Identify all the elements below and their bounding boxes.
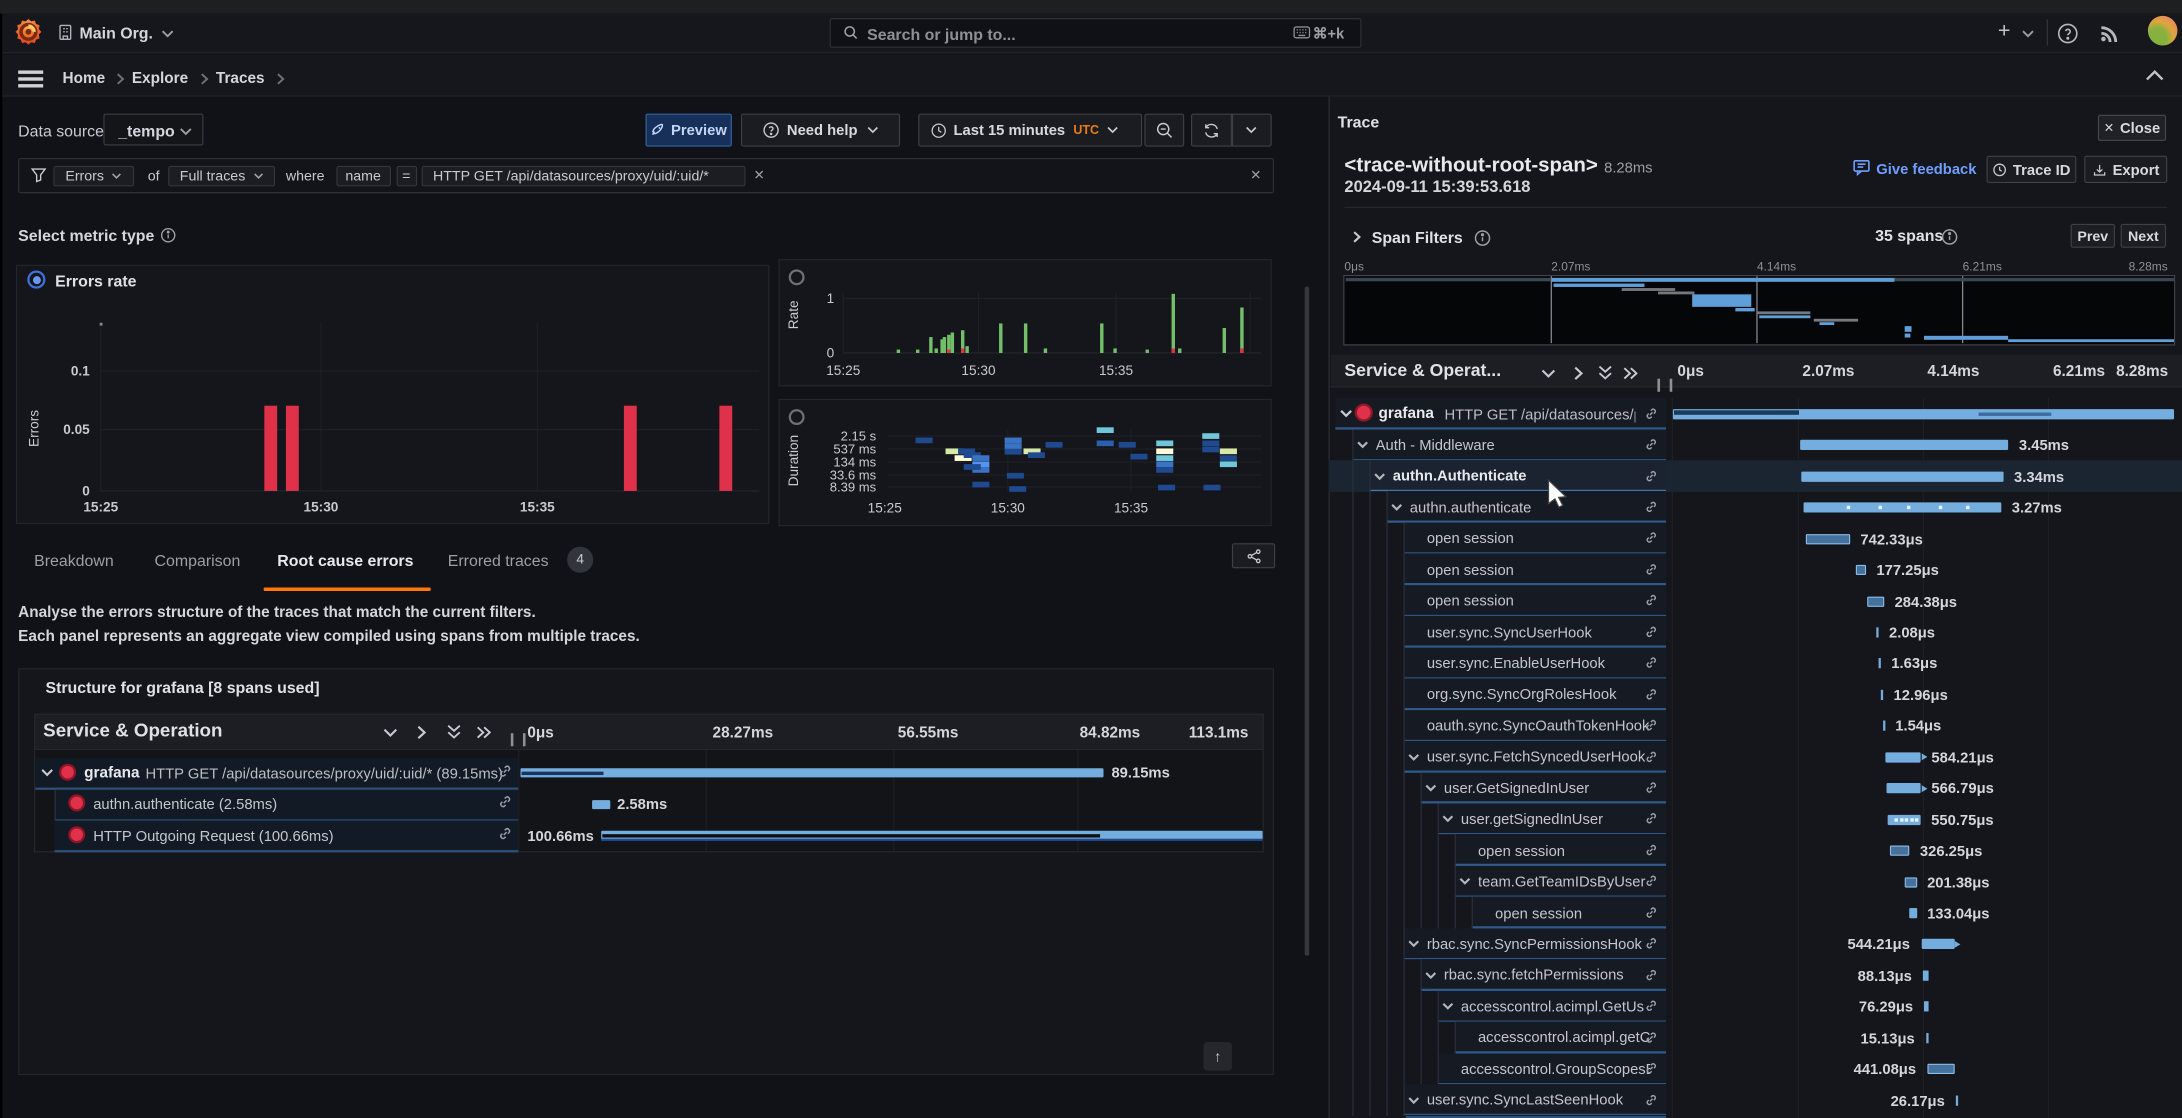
svg-text:0.1: 0.1 bbox=[71, 364, 90, 379]
svg-text:15:30: 15:30 bbox=[961, 363, 996, 378]
svg-text:15:30: 15:30 bbox=[991, 501, 1026, 516]
svg-text:0: 0 bbox=[827, 346, 835, 361]
svg-text:8.39 ms: 8.39 ms bbox=[830, 480, 877, 495]
svg-text:15:25: 15:25 bbox=[826, 363, 860, 378]
svg-text:15:30: 15:30 bbox=[304, 499, 339, 514]
svg-text:0: 0 bbox=[82, 483, 90, 498]
svg-text:15:25: 15:25 bbox=[83, 499, 118, 514]
svg-text:15:35: 15:35 bbox=[1114, 501, 1148, 516]
svg-text:15:25: 15:25 bbox=[868, 501, 902, 516]
svg-text:15:35: 15:35 bbox=[520, 499, 555, 514]
svg-text:15:35: 15:35 bbox=[1099, 363, 1133, 378]
svg-text:1: 1 bbox=[827, 291, 835, 306]
svg-text:0.05: 0.05 bbox=[63, 422, 90, 437]
